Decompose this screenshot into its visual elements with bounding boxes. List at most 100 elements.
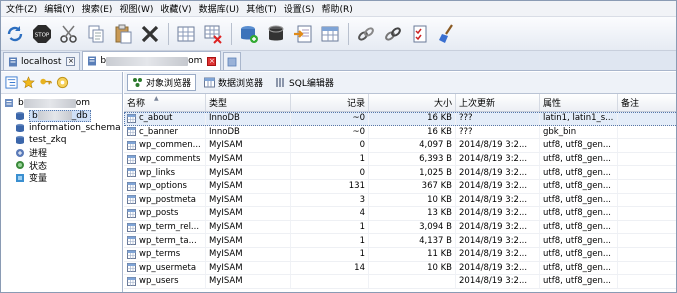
cell-updated: 2014/8/19 3:2... <box>456 166 540 179</box>
menu-help[interactable]: 帮助(R) <box>319 2 357 15</box>
cell-updated: 2014/8/19 3:2... <box>456 247 540 261</box>
grid-icon[interactable] <box>175 23 197 45</box>
cell-rows: 1 <box>291 220 369 234</box>
table-row[interactable]: wp_term_rel... MyISAM 1 3,094 B 2014/8/19 3:… <box>124 220 676 235</box>
menu-settings[interactable]: 设置(S) <box>282 2 320 15</box>
tree-item-status[interactable]: 状态 <box>1 159 122 172</box>
menu-favorites[interactable]: 收藏(V) <box>158 2 196 15</box>
column-header-rows[interactable]: 记录 <box>291 94 369 111</box>
close-icon[interactable]: × <box>207 56 217 66</box>
tree-item-server[interactable]: b om <box>1 97 122 109</box>
menu-file[interactable]: 文件(Z) <box>4 2 42 15</box>
cell-type: MyISAM <box>206 234 291 247</box>
star-icon[interactable] <box>21 76 35 90</box>
table-row[interactable]: wp_usermeta MyISAM 14 10 KB 2014/8/19 3:2...… <box>124 261 676 276</box>
conn-tab-remote[interactable]: b om × <box>82 51 222 70</box>
table-row[interactable]: c_banner InnoDB ~0 16 KB??? gbk_bin <box>124 125 676 140</box>
cell-type: MyISAM <box>206 152 291 166</box>
conn-tab-localhost[interactable]: localhost × <box>3 52 81 70</box>
tree-item-variables[interactable]: 变量 <box>1 171 122 184</box>
delete-icon[interactable] <box>139 23 161 45</box>
column-header-comment[interactable]: 备注 <box>618 94 676 111</box>
database-add-icon[interactable] <box>238 23 260 45</box>
cell-name: wp_comments <box>124 152 206 166</box>
cell-type: MyISAM <box>206 207 291 220</box>
toolbar-separator <box>168 22 169 45</box>
new-connection-icon <box>227 57 237 67</box>
cell-size: 6,393 B <box>369 152 456 166</box>
table-row[interactable]: wp_term_ta... MyISAM 1 4,137 B 2014/8/19 3:2… <box>124 234 676 248</box>
cell-updated: 2014/8/19 3:2... <box>456 207 540 220</box>
database-icon[interactable] <box>265 23 287 45</box>
table-icon <box>127 208 136 218</box>
column-header-attributes[interactable]: 属性 <box>540 94 618 111</box>
table-name-text: wp_posts <box>139 208 179 219</box>
menu-other[interactable]: 其他(T) <box>244 2 282 15</box>
cell-attributes: utf8, utf8_gen... <box>540 207 618 220</box>
table-name-text: c_banner <box>139 126 179 137</box>
cell-comment <box>618 248 676 261</box>
table-name-text: wp_usermeta <box>139 262 197 273</box>
table-row[interactable]: wp_comments MyISAM 1 6,393 B 2014/8/19 3:2..… <box>124 152 676 167</box>
link-icon[interactable] <box>355 23 377 45</box>
cut-icon[interactable] <box>58 23 80 45</box>
table-row[interactable]: wp_terms MyISAM 1 11 KB 2014/8/19 3:2... utf8… <box>124 247 676 262</box>
cell-comment <box>618 194 676 207</box>
tree-item-processes[interactable]: 进程 <box>1 147 122 159</box>
table-row[interactable]: wp_links MyISAM 0 1,025 B 2014/8/19 3:2... ut… <box>124 166 676 180</box>
stop-icon[interactable]: STOP <box>31 23 53 45</box>
table-row[interactable]: wp_users MyISAM 2014/8/19 3:2... utf8, utf8… <box>124 275 676 289</box>
tab-sql-editor[interactable]: SQL编辑器 <box>271 74 338 91</box>
menu-view[interactable]: 视图(W) <box>117 2 158 15</box>
new-tab-button[interactable] <box>223 52 242 70</box>
column-header-updated[interactable]: 上次更新 <box>456 94 540 111</box>
function-icon[interactable] <box>55 76 69 90</box>
tree-item-database-selected[interactable]: b _db <box>1 109 122 122</box>
column-header-type[interactable]: 类型 <box>206 94 291 111</box>
cell-comment <box>618 234 676 247</box>
link2-icon[interactable] <box>382 23 404 45</box>
sql-editor-icon <box>275 77 286 88</box>
tab-object-browser[interactable]: 对象浏览器 <box>127 74 197 91</box>
cell-updated: 2014/8/19 3:2... <box>456 261 540 275</box>
menu-search[interactable]: 搜索(E) <box>80 2 118 15</box>
tree-item-label: b <box>18 98 24 109</box>
tree-view-icon[interactable] <box>4 76 18 90</box>
tree-item-database[interactable]: test_zkq <box>1 134 122 146</box>
column-header-name[interactable]: 名称 <box>124 94 206 111</box>
refresh-icon[interactable] <box>4 23 26 45</box>
tree-item-label: test_zkq <box>29 135 67 146</box>
broom-icon[interactable] <box>436 23 458 45</box>
checklist-icon[interactable] <box>409 23 431 45</box>
column-header-size[interactable]: 大小 <box>369 94 456 111</box>
connection-tabs: localhost × b om × <box>1 51 676 71</box>
tree-item-database[interactable]: information_schema <box>1 122 122 134</box>
db-name-prefix: b <box>32 110 38 121</box>
table-row[interactable]: wp_posts MyISAM 4 13 KB 2014/8/19 3:2... utf8… <box>124 207 676 221</box>
table-row[interactable]: wp_postmeta MyISAM 3 10 KB 2014/8/19 3:2... u… <box>124 193 676 208</box>
copy-icon[interactable] <box>85 23 107 45</box>
cell-comment <box>618 139 676 152</box>
cell-type: MyISAM <box>206 247 291 261</box>
close-icon[interactable]: × <box>66 57 76 66</box>
table-name-text: wp_links <box>139 167 176 178</box>
cell-rows: 131 <box>291 179 369 193</box>
paste-icon[interactable] <box>112 23 134 45</box>
cell-attributes: utf8, utf8_gen... <box>540 275 618 288</box>
table-row[interactable]: c_about InnoDB ~0 16 KB??? latin1, latin1_s.… <box>124 112 676 126</box>
table-row[interactable]: wp_commen... MyISAM 0 4,097 B 2014/8/19 3:2.… <box>124 139 676 153</box>
cell-size: 16 KB <box>369 125 456 139</box>
database-icon <box>15 135 25 145</box>
import-icon[interactable] <box>292 23 314 45</box>
table-row[interactable]: wp_options MyISAM 131 367 KB 2014/8/19 3:2..… <box>124 179 676 194</box>
menu-edit[interactable]: 编辑(Y) <box>42 2 80 15</box>
cell-name: wp_term_ta... <box>124 234 206 247</box>
tab-data-browser[interactable]: 数据浏览器 <box>200 74 267 91</box>
table-icon <box>127 249 136 259</box>
grid-delete-icon[interactable] <box>202 23 224 45</box>
key-icon[interactable] <box>38 76 52 90</box>
table-icon <box>127 168 136 178</box>
menu-database[interactable]: 数据库(U) <box>197 2 245 15</box>
cell-rows: 1 <box>291 247 369 261</box>
table-icon[interactable] <box>319 23 341 45</box>
